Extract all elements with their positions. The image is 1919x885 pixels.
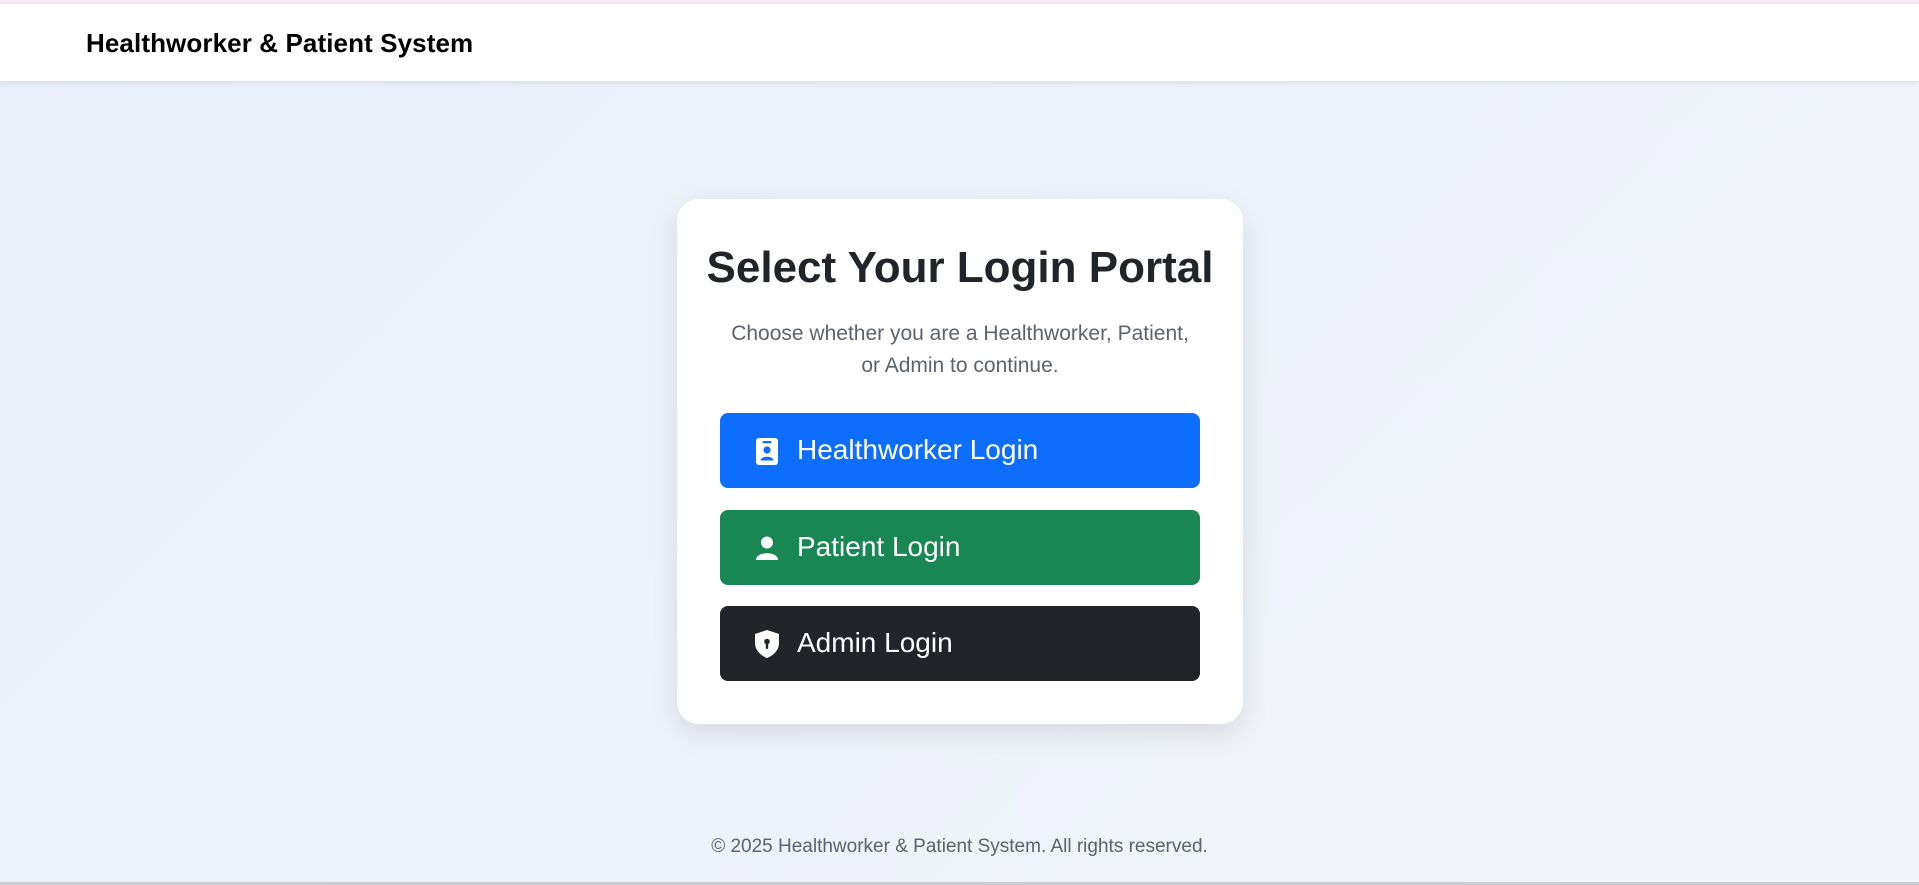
footer-copyright: © 2025 Healthworker & Patient System. Al…	[711, 836, 1208, 857]
card-subtitle: Choose whether you are a Healthworker, P…	[731, 322, 1189, 377]
page-title: Select Your Login Portal	[706, 243, 1214, 292]
healthworker-login-label: Healthworker Login	[797, 434, 1039, 465]
navbar: Healthworker & Patient System	[0, 4, 1919, 81]
footer: © 2025 Healthworker & Patient System. Al…	[0, 836, 1919, 858]
admin-login-label: Admin Login	[797, 627, 953, 658]
id-badge-icon	[753, 437, 781, 465]
navbar-brand[interactable]: Healthworker & Patient System	[86, 28, 473, 59]
shield-lock-icon	[753, 630, 781, 658]
patient-login-label: Patient Login	[797, 531, 961, 562]
healthworker-login-button[interactable]: Healthworker Login	[720, 413, 1200, 488]
admin-login-button[interactable]: Admin Login	[720, 606, 1200, 681]
person-icon	[753, 534, 781, 562]
patient-login-button[interactable]: Patient Login	[720, 510, 1200, 585]
login-portal-card: Select Your Login Portal Choose whether …	[677, 199, 1243, 724]
